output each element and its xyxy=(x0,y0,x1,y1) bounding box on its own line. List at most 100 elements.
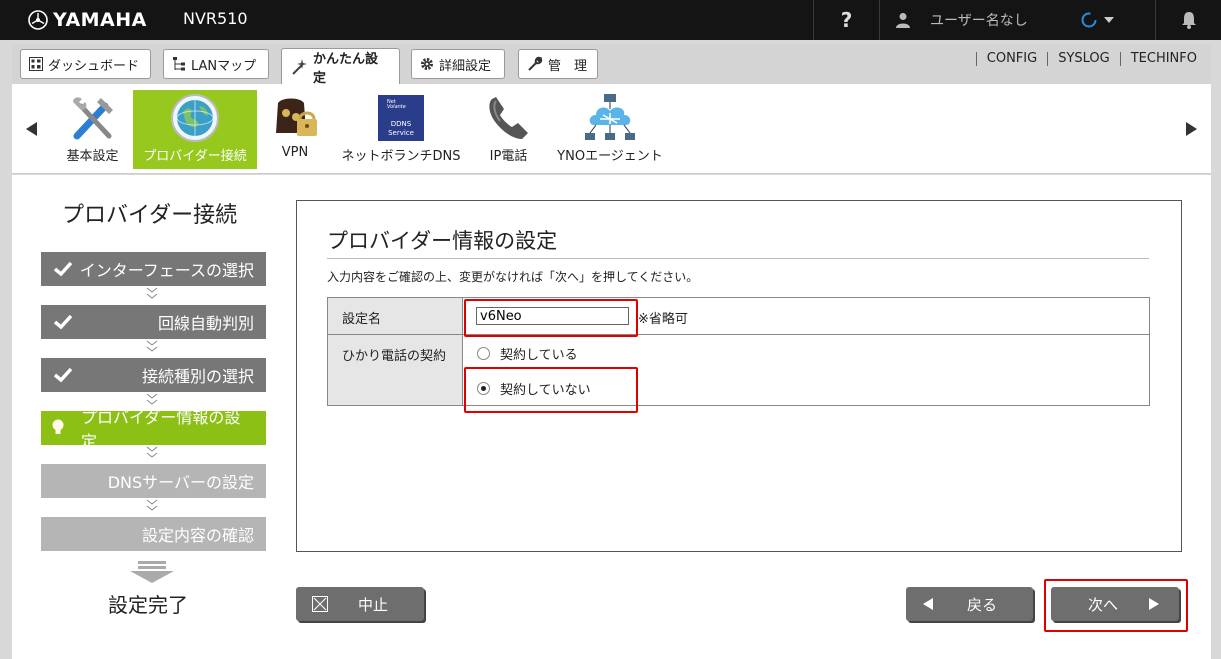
cancel-label: 中止 xyxy=(358,595,389,614)
tab-label: かんたん設定 xyxy=(313,51,379,86)
ddns-icon-text: DDNS xyxy=(391,120,412,128)
wizard-step-connection-type: 接続種別の選択 xyxy=(41,358,266,392)
title-divider xyxy=(327,258,1149,259)
main-tab-row: ダッシュボード LANマップ かんたん設定 詳細設定 管 理 CONFIG SY… xyxy=(12,44,1211,86)
tab-management[interactable]: 管 理 xyxy=(518,49,598,79)
checkmark-icon xyxy=(53,367,73,383)
techinfo-link[interactable]: TECHINFO xyxy=(1119,52,1207,66)
chevron-down-icon xyxy=(146,499,158,511)
top-right-tools: ? ユーザー名なし xyxy=(813,0,1221,40)
wand-icon xyxy=(290,58,308,76)
chevron-down-icon[interactable] xyxy=(1103,16,1114,24)
next-label: 次へ xyxy=(1088,595,1119,614)
setting-name-label: 設定名 xyxy=(328,298,463,334)
tab-label: ダッシュボード xyxy=(48,58,140,74)
quick-item-yno-agent[interactable]: YNOエージェント xyxy=(552,90,668,169)
lightbulb-icon xyxy=(52,419,64,434)
tab-dashboard[interactable]: ダッシュボード xyxy=(20,49,151,79)
quick-item-basic[interactable]: 基本設定 xyxy=(54,90,131,169)
tab-easy-setup[interactable]: かんたん設定 xyxy=(281,48,400,86)
notification-button[interactable] xyxy=(1155,0,1221,40)
tab-advanced[interactable]: 詳細設定 xyxy=(411,49,505,79)
chevron-down-icon xyxy=(146,446,158,458)
radio-circle[interactable] xyxy=(477,347,490,360)
dashboard-icon xyxy=(29,57,43,71)
brand-name: YAMAHA xyxy=(53,9,147,31)
hikari-phone-label: ひかり電話の契約 xyxy=(328,335,463,405)
tab-label: LANマップ xyxy=(191,58,257,74)
user-icon xyxy=(896,13,910,28)
setting-name-input[interactable] xyxy=(476,307,629,325)
wizard-step-dns: DNSサーバーの設定 xyxy=(41,464,266,498)
bell-icon xyxy=(1181,12,1196,29)
padlock-vpn-icon xyxy=(270,90,320,145)
quick-item-label: VPN xyxy=(281,145,309,160)
chevron-down-icon xyxy=(146,287,158,299)
tuning-fork-emblem-icon xyxy=(28,10,48,30)
step-label: 回線自動判別 xyxy=(157,314,254,333)
quick-setup-icon-bar: 基本設定 プロバイダー接続 VPN Net Volante DDNS Servi… xyxy=(12,84,1211,174)
wrench-icon xyxy=(527,56,543,72)
wizard-step-confirm: 設定内容の確認 xyxy=(41,517,266,551)
quick-item-label: プロバイダー接続 xyxy=(143,149,247,164)
scroll-left-arrow-icon[interactable] xyxy=(26,122,37,136)
scroll-right-arrow-icon[interactable] xyxy=(1186,122,1197,136)
form-description: 入力内容をご確認の上、変更がなければ「次へ」を押してください。 xyxy=(327,270,699,284)
step-label: 設定内容の確認 xyxy=(141,526,254,545)
quick-item-vpn[interactable]: VPN xyxy=(270,90,320,169)
help-button[interactable]: ? xyxy=(813,0,879,40)
step-label: インターフェースの選択 xyxy=(79,261,254,280)
gear-icon xyxy=(420,57,434,71)
device-model: NVR510 xyxy=(183,9,248,28)
next-button[interactable]: 次へ xyxy=(1051,587,1179,621)
wizard-step-provider-info: プロバイダー情報の設定 xyxy=(41,408,266,451)
top-bar: YAMAHA NVR510 ? ユーザー名なし xyxy=(0,0,1221,40)
config-link[interactable]: CONFIG xyxy=(975,52,1047,66)
tools-icon xyxy=(69,90,117,145)
sync-status-icon[interactable] xyxy=(1080,11,1098,29)
radio-not-contracted[interactable]: 契約していない xyxy=(477,379,591,398)
provider-info-panel: プロバイダー情報の設定 入力内容をご確認の上、変更がなければ「次へ」を押してくだ… xyxy=(296,200,1182,552)
ddns-icon-text: Service xyxy=(388,129,414,137)
quick-item-label: ネットボランチDNS xyxy=(341,149,461,164)
syslog-link[interactable]: SYSLOG xyxy=(1047,52,1120,66)
down-arrow-icon xyxy=(130,561,174,583)
step-label: プロバイダー情報の設定 xyxy=(81,408,241,451)
step-label: DNSサーバーの設定 xyxy=(107,473,254,492)
triangle-right-icon xyxy=(1149,598,1160,610)
lan-map-icon xyxy=(172,56,186,72)
cancel-button[interactable]: 中止 xyxy=(296,587,424,621)
quick-item-label: 基本設定 xyxy=(66,149,119,164)
wizard-step-interface: インターフェースの選択 xyxy=(41,252,266,286)
setting-name-value-cell: ※省略可 xyxy=(463,298,1149,334)
quick-item-netvolante-dns[interactable]: Net Volante DDNS Service ネットボランチDNS xyxy=(338,90,464,169)
close-box-icon xyxy=(312,596,328,612)
phone-icon xyxy=(484,90,534,145)
radio-contracted[interactable]: 契約している xyxy=(477,344,578,363)
radio-circle-selected[interactable] xyxy=(477,382,490,395)
form-title: プロバイダー情報の設定 xyxy=(327,229,558,253)
quick-item-label: IP電話 xyxy=(489,149,528,164)
wizard-done-label: 設定完了 xyxy=(108,593,188,617)
checkmark-icon xyxy=(53,314,73,330)
wizard-step-auto-detect: 回線自動判別 xyxy=(41,305,266,339)
ddns-service-icon: Net Volante DDNS Service xyxy=(378,90,424,145)
user-menu[interactable]: ユーザー名なし xyxy=(879,0,1155,40)
tab-lan-map[interactable]: LANマップ xyxy=(163,49,269,79)
back-label: 戻る xyxy=(967,595,998,614)
main-content: プロバイダー接続 インターフェースの選択 回線自動判別 接続種別の選択 プロバイ… xyxy=(12,175,1211,659)
back-button[interactable]: 戻る xyxy=(906,587,1033,621)
optional-note: ※省略可 xyxy=(638,312,688,327)
hikari-phone-options: 契約している 契約していない xyxy=(463,335,1149,405)
checkmark-icon xyxy=(53,261,73,277)
user-name: ユーザー名なし xyxy=(930,13,1028,29)
row-hikari-phone: ひかり電話の契約 契約している 契約していない xyxy=(328,335,1149,405)
radio-label: 契約していない xyxy=(500,383,591,398)
settings-table: 設定名 ※省略可 ひかり電話の契約 契約している 契約していない xyxy=(327,297,1150,406)
row-setting-name: 設定名 ※省略可 xyxy=(328,298,1149,335)
quick-item-label: YNOエージェント xyxy=(557,149,663,164)
chevron-down-icon xyxy=(146,340,158,352)
quick-item-provider[interactable]: プロバイダー接続 xyxy=(133,90,257,169)
step-label: 接続種別の選択 xyxy=(141,367,254,386)
quick-item-ip-phone[interactable]: IP電話 xyxy=(482,90,535,169)
